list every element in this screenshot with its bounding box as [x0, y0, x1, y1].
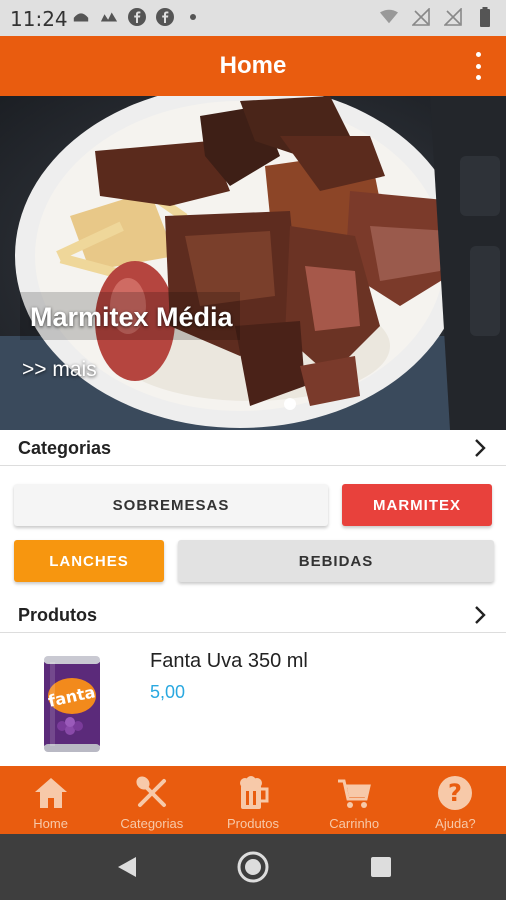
product-price: 5,00 — [150, 682, 186, 702]
home-icon — [32, 774, 70, 812]
nav-label-carrinho: Carrinho — [329, 816, 380, 831]
system-status-icons — [380, 7, 494, 27]
category-chip-bebidas[interactable]: BEBIDAS — [178, 540, 494, 582]
notification-icons — [72, 8, 202, 26]
app-bar: Home — [0, 36, 506, 96]
nav-item-home[interactable]: Home — [0, 766, 101, 834]
carousel-indicator-dot[interactable] — [284, 398, 296, 410]
category-chip-sobremesas[interactable]: SOBREMESAS — [14, 484, 328, 526]
nav-item-produtos[interactable]: Produtos — [202, 766, 303, 834]
no-signal-icon — [444, 8, 462, 26]
nav-item-categorias[interactable]: Categorias — [101, 766, 202, 834]
help-icon: ? — [436, 774, 474, 812]
chevron-right-icon[interactable] — [470, 438, 490, 458]
category-chip-marmitex[interactable]: MARMITEX — [342, 484, 492, 526]
product-image-fanta-can: fanta — [44, 656, 100, 752]
categories-label: Categorias — [18, 438, 112, 458]
categories-header[interactable]: Categorias — [0, 430, 506, 466]
wifi-icon — [380, 8, 398, 26]
status-time: 11:24 — [10, 7, 68, 31]
svg-text:?: ? — [448, 779, 462, 807]
banner-more-link[interactable]: >> mais — [22, 358, 97, 382]
product-card[interactable]: fanta Fanta Uva 350 ml 5,00 — [0, 634, 506, 766]
home-button-icon[interactable] — [236, 850, 270, 884]
battery-icon — [476, 7, 494, 27]
facebook-icon — [128, 8, 146, 26]
more-vert-icon[interactable] — [472, 52, 484, 80]
nav-item-carrinho[interactable]: Carrinho — [304, 766, 405, 834]
products-header[interactable]: Produtos — [0, 597, 506, 633]
recents-icon[interactable] — [364, 850, 398, 884]
nav-label-categorias: Categorias — [120, 816, 184, 831]
banner-carousel[interactable]: Marmitex Média >> mais — [0, 96, 506, 430]
status-bar: 11:24 — [0, 0, 506, 36]
system-navigation-bar — [0, 834, 506, 900]
facebook-icon — [156, 8, 174, 26]
nav-item-ajuda[interactable]: ? Ajuda? — [405, 766, 506, 834]
app-notification-icon — [100, 8, 118, 26]
bottom-navigation: Home Categorias Produtos Carrinho ? Ajud… — [0, 766, 506, 834]
nav-label-produtos: Produtos — [226, 816, 280, 831]
cart-icon — [335, 774, 373, 812]
nav-label-ajuda: Ajuda? — [435, 816, 476, 831]
cutlery-icon — [133, 774, 171, 812]
app-notification-icon — [72, 8, 90, 26]
beer-mug-icon — [234, 774, 272, 812]
category-chip-lanches[interactable]: LANCHES — [14, 540, 164, 582]
nav-label-home: Home — [33, 816, 68, 831]
back-icon[interactable] — [110, 850, 144, 884]
chevron-right-icon[interactable] — [470, 605, 490, 625]
page-title: Home — [219, 52, 287, 79]
dot-icon — [184, 8, 202, 26]
product-name: Fanta Uva 350 ml — [150, 650, 308, 672]
banner-title: Marmitex Média — [30, 302, 233, 332]
products-label: Produtos — [18, 605, 97, 625]
no-signal-icon — [412, 8, 430, 26]
